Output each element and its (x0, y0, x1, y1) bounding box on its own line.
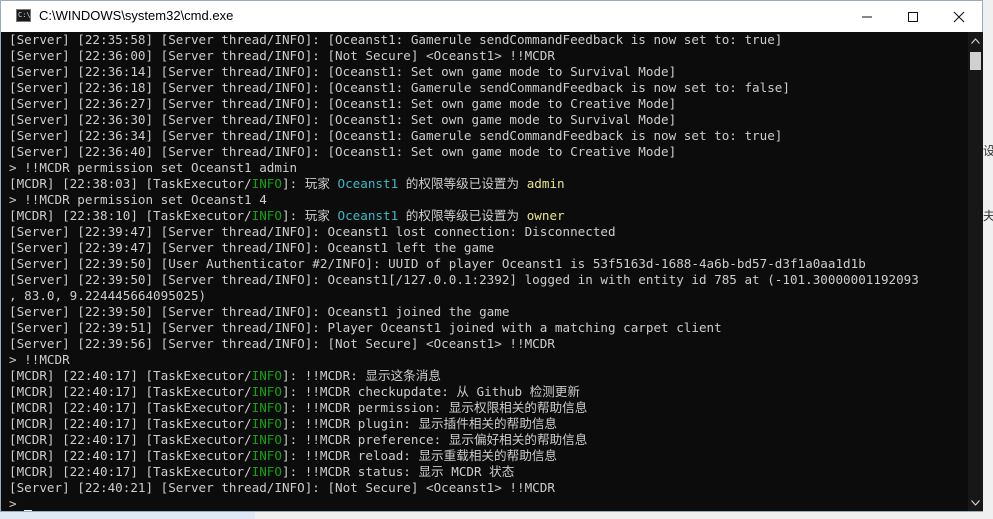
background-text: 夫 (983, 209, 993, 223)
cmd-app-icon[interactable]: C:\ (16, 9, 31, 22)
console-line: [Server] [22:36:18] [Server thread/INFO]… (9, 80, 790, 95)
close-button[interactable] (936, 1, 982, 32)
console-line: [Server] [22:39:50] [Server thread/INFO]… (9, 304, 510, 319)
prompt-symbol: > (9, 496, 17, 511)
console-line: > !!MCDR (9, 352, 70, 367)
maximize-icon (908, 11, 918, 22)
console-line: [Server] [22:39:47] [Server thread/INFO]… (9, 240, 495, 255)
minimize-button[interactable] (844, 1, 890, 32)
window-title: C:\WINDOWS\system32\cmd.exe (39, 8, 234, 23)
mcdr-log-line: [MCDR] [22:38:03] [TaskExecutor/INFO]: 玩… (9, 176, 565, 191)
minimize-icon (862, 16, 872, 17)
mcdr-help-line: [MCDR] [22:40:17] [TaskExecutor/INFO]: !… (9, 432, 588, 447)
console-line: [Server] [22:39:50] [User Authenticator … (9, 256, 866, 271)
console-line: [Server] [22:35:58] [Server thread/INFO]… (9, 32, 783, 47)
console-line: [Server] [22:36:34] [Server thread/INFO]… (9, 128, 783, 143)
mcdr-help-line: [MCDR] [22:40:17] [TaskExecutor/INFO]: !… (9, 448, 557, 463)
mcdr-log-line: [MCDR] [22:38:10] [TaskExecutor/INFO]: 玩… (9, 208, 565, 223)
console-output[interactable]: [Server] [22:35:58] [Server thread/INFO]… (1, 32, 968, 511)
title-bar[interactable]: C:\ C:\WINDOWS\system32\cmd.exe (1, 1, 982, 32)
console-line: [Server] [22:39:51] [Server thread/INFO]… (9, 320, 722, 335)
mcdr-help-line: [MCDR] [22:40:17] [TaskExecutor/INFO]: !… (9, 368, 441, 383)
scrollbar-thumb[interactable] (970, 52, 981, 70)
scroll-up-button[interactable] (968, 32, 983, 49)
maximize-button[interactable] (890, 1, 936, 32)
background-text: 设 (983, 144, 993, 158)
chevron-up-icon (971, 37, 980, 44)
mcdr-help-line: [MCDR] [22:40:17] [TaskExecutor/INFO]: !… (9, 464, 515, 479)
console-line: > !!MCDR permission set Oceanst1 4 (9, 192, 267, 207)
mcdr-help-line: [MCDR] [22:40:17] [TaskExecutor/INFO]: !… (9, 384, 580, 399)
text-cursor (24, 510, 33, 511)
console-line: [Server] [22:39:47] [Server thread/INFO]… (9, 224, 616, 239)
console-line: [Server] [22:36:27] [Server thread/INFO]… (9, 96, 677, 111)
console-line: [Server] [22:39:56] [Server thread/INFO]… (9, 336, 555, 351)
console-line: [Server] [22:39:50] [Server thread/INFO]… (9, 272, 919, 287)
console-line: [Server] [22:36:14] [Server thread/INFO]… (9, 64, 677, 79)
console-line: , 83.0, 9.224445664095025) (9, 288, 207, 303)
vertical-scrollbar[interactable] (968, 32, 983, 511)
mcdr-help-line: [MCDR] [22:40:17] [TaskExecutor/INFO]: !… (9, 416, 557, 431)
mcdr-help-line: [MCDR] [22:40:17] [TaskExecutor/INFO]: !… (9, 400, 588, 415)
console-line: [Server] [22:36:40] [Server thread/INFO]… (9, 144, 677, 159)
background-window-edge-right: 设 夫 (983, 0, 993, 519)
console-line: [Server] [22:36:30] [Server thread/INFO]… (9, 112, 677, 127)
chevron-down-icon (971, 499, 980, 506)
scroll-down-button[interactable] (968, 494, 983, 511)
console-line: [Server] [22:40:21] [Server thread/INFO]… (9, 480, 555, 495)
console-line: [Server] [22:36:00] [Server thread/INFO]… (9, 48, 555, 63)
close-icon (953, 11, 965, 22)
console-line: > !!MCDR permission set Oceanst1 admin (9, 160, 298, 175)
command-prompt[interactable]: > (1, 496, 968, 511)
cmd-window: C:\ C:\WINDOWS\system32\cmd.exe [Server]… (0, 0, 983, 512)
